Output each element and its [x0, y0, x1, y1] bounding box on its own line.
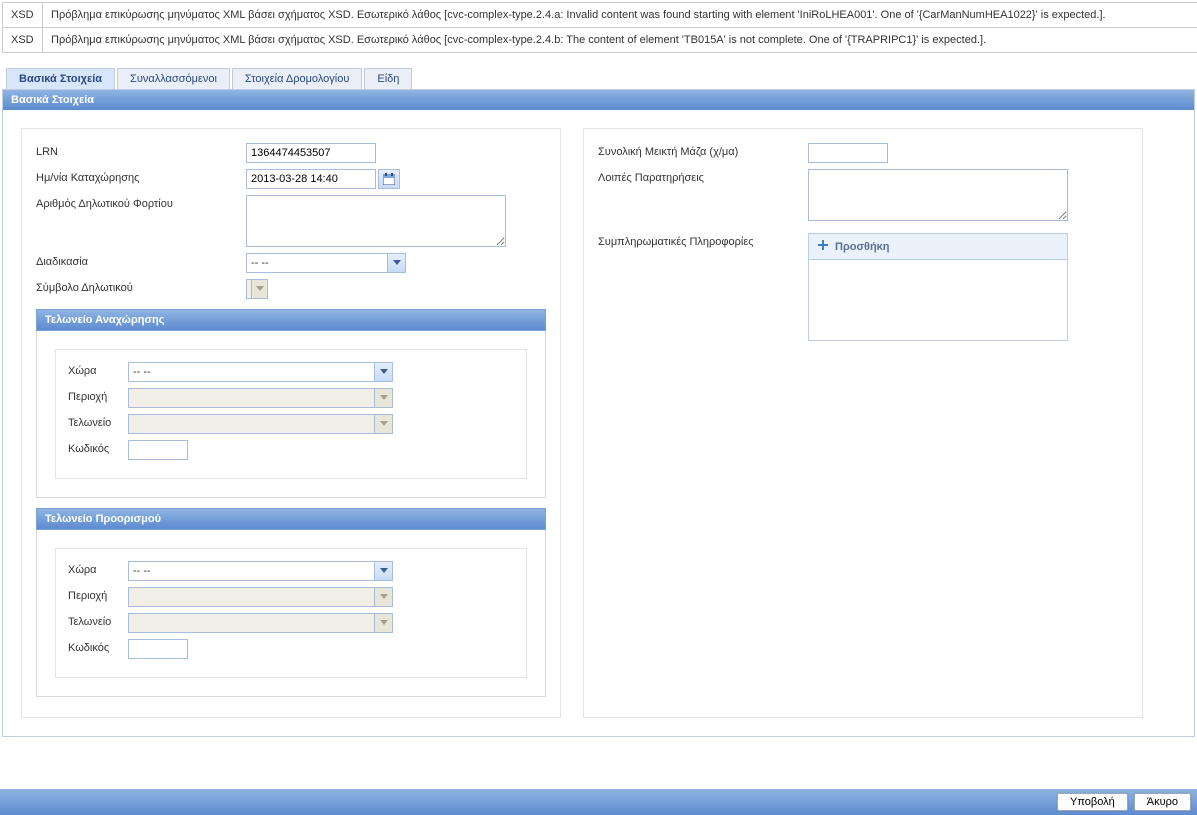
dest-region-select[interactable]	[128, 587, 393, 607]
panel-title: Βασικά Στοιχεία	[3, 90, 1194, 110]
dep-region-select[interactable]	[128, 388, 393, 408]
totalmass-label: Συνολική Μεικτή Μάζα (χ/μα)	[598, 143, 808, 158]
error-message: Πρόβλημα επικύρωσης μηνύματος XML βάσει …	[43, 3, 1197, 28]
tab-items[interactable]: Είδη	[364, 68, 412, 89]
dest-country-select[interactable]: -- --	[128, 561, 393, 581]
error-code: XSD	[3, 3, 43, 28]
dest-code-input[interactable]	[128, 639, 188, 659]
chevron-down-icon	[374, 389, 392, 407]
regdate-input[interactable]	[246, 169, 376, 189]
tab-route[interactable]: Στοιχεία Δρομολογίου	[232, 68, 362, 89]
dep-code-label: Κωδικός	[68, 440, 128, 455]
dep-country-value: -- --	[133, 366, 151, 378]
chevron-down-icon	[374, 363, 392, 381]
departure-customs-panel: Τελωνείο Αναχώρησης Χώρα -- --	[36, 309, 546, 498]
table-row: XSD Πρόβλημα επικύρωσης μηνύματος XML βά…	[3, 28, 1197, 53]
dest-country-label: Χώρα	[68, 561, 128, 576]
tab-parties[interactable]: Συναλλασσόμενοι	[117, 68, 230, 89]
cargo-number-label: Αριθμός Δηλωτικού Φορτίου	[36, 195, 246, 210]
suppl-info-list	[809, 260, 1067, 340]
tab-bar: Βασικά Στοιχεία Συναλλασσόμενοι Στοιχεία…	[0, 68, 1197, 89]
chevron-down-icon	[251, 280, 267, 298]
remarks-input[interactable]	[808, 169, 1068, 221]
procedure-value: -- --	[251, 257, 269, 269]
remarks-label: Λοιπές Παρατηρήσεις	[598, 169, 808, 184]
procedure-label: Διαδικασία	[36, 253, 246, 268]
lrn-input[interactable]	[246, 143, 376, 163]
dep-code-input[interactable]	[128, 440, 188, 460]
xsd-error-table: XSD Πρόβλημα επικύρωσης μηνύματος XML βά…	[2, 2, 1197, 53]
chevron-down-icon	[374, 562, 392, 580]
dest-country-value: -- --	[133, 565, 151, 577]
cancel-button[interactable]: Άκυρο	[1134, 793, 1191, 811]
calendar-icon[interactable]	[378, 169, 400, 189]
dest-customs-label: Τελωνείο	[68, 613, 128, 628]
totalmass-input[interactable]	[808, 143, 888, 163]
lrn-label: LRN	[36, 143, 246, 158]
dep-customs-select[interactable]	[128, 414, 393, 434]
tab-basic[interactable]: Βασικά Στοιχεία	[6, 68, 115, 89]
footer-bar: Υποβολή Άκυρο	[0, 789, 1197, 815]
chevron-down-icon	[374, 415, 392, 433]
suppl-info-label: Συμπληρωματικές Πληροφορίες	[598, 233, 808, 248]
add-label: Προσθήκη	[835, 241, 890, 253]
error-code: XSD	[3, 28, 43, 53]
dest-customs-select[interactable]	[128, 613, 393, 633]
dest-code-label: Κωδικός	[68, 639, 128, 654]
dest-region-label: Περιοχή	[68, 587, 128, 602]
submit-button[interactable]: Υποβολή	[1057, 793, 1128, 811]
basic-panel: Βασικά Στοιχεία LRN Ημ/νία Καταχώρησης Α…	[2, 89, 1195, 737]
cargo-number-input[interactable]	[246, 195, 506, 247]
dep-customs-label: Τελωνείο	[68, 414, 128, 429]
dep-country-select[interactable]: -- --	[128, 362, 393, 382]
table-row: XSD Πρόβλημα επικύρωσης μηνύματος XML βά…	[3, 3, 1197, 28]
chevron-down-icon	[374, 614, 392, 632]
dep-region-label: Περιοχή	[68, 388, 128, 403]
symbol-select[interactable]	[246, 279, 268, 299]
chevron-down-icon	[374, 588, 392, 606]
destination-customs-title: Τελωνείο Προορισμού	[36, 508, 546, 530]
symbol-label: Σύμβολο Δηλωτικού	[36, 279, 246, 294]
regdate-label: Ημ/νία Καταχώρησης	[36, 169, 246, 184]
destination-customs-panel: Τελωνείο Προορισμού Χώρα -- --	[36, 508, 546, 697]
add-button[interactable]: Προσθήκη	[809, 234, 1067, 260]
plus-icon	[817, 239, 829, 254]
chevron-down-icon	[387, 254, 405, 272]
dep-country-label: Χώρα	[68, 362, 128, 377]
error-message: Πρόβλημα επικύρωσης μηνύματος XML βάσει …	[43, 28, 1197, 53]
procedure-select[interactable]: -- --	[246, 253, 406, 273]
departure-customs-title: Τελωνείο Αναχώρησης	[36, 309, 546, 331]
suppl-info-box: Προσθήκη	[808, 233, 1068, 341]
